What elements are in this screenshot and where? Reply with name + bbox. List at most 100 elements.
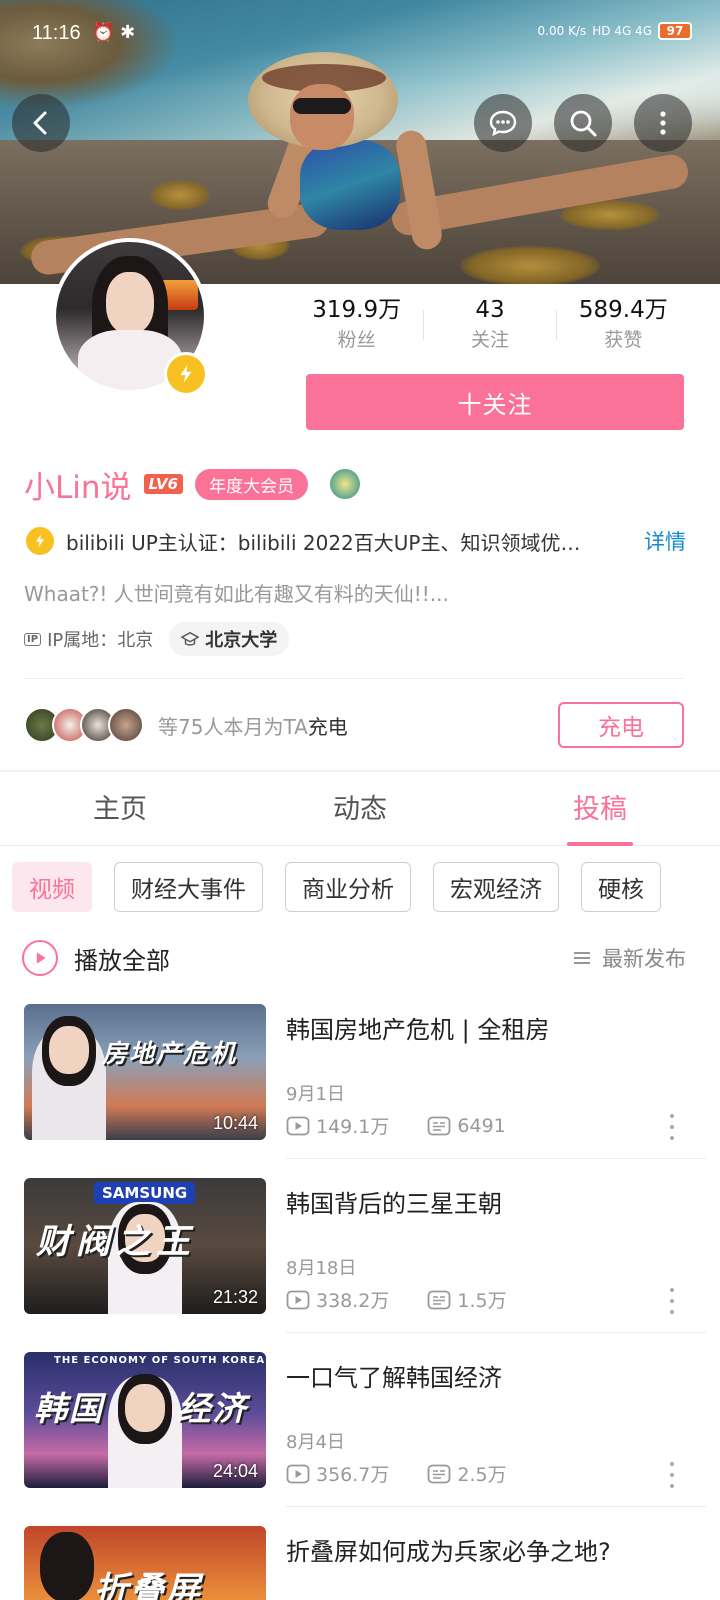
view-count-text: 356.7万 xyxy=(316,1464,390,1486)
info-row: IP IP属地：北京 北京大学 xyxy=(24,622,290,656)
ip-location: IP IP属地：北京 xyxy=(24,626,153,652)
play-all-button[interactable]: 播放全部 xyxy=(74,941,170,976)
video-date: 8月4日 xyxy=(286,1432,345,1453)
chip-hardcore[interactable]: 硬核 xyxy=(581,862,661,912)
message-button[interactable] xyxy=(474,94,532,152)
stat-following[interactable]: 43 关注 xyxy=(423,294,556,358)
sort-button[interactable]: 最新发布 xyxy=(572,943,686,973)
video-thumbnail[interactable]: THE ECONOMY OF SOUTH KOREA 韩国 经济 24:04 xyxy=(24,1352,266,1488)
chip-finance-events[interactable]: 财经大事件 xyxy=(114,862,263,912)
medal-icon[interactable] xyxy=(330,469,361,499)
thumbnail-title: 折叠屏 xyxy=(94,1570,202,1600)
stat-number: 43 xyxy=(475,297,505,323)
tab-dynamic[interactable]: 动态 xyxy=(240,772,480,845)
stat-label: 获赞 xyxy=(604,329,643,351)
play-count-icon xyxy=(286,1464,310,1483)
more-options-icon[interactable] xyxy=(668,1114,676,1140)
thumbnail-title: 财阀之王 xyxy=(36,1222,196,1262)
video-item[interactable]: 折叠屏 折叠屏如何成为兵家必争之地? xyxy=(24,1526,704,1600)
divider xyxy=(286,1332,706,1333)
video-date: 8月18日 xyxy=(286,1258,357,1279)
verification-row: bilibili UP主认证：bilibili 2022百大UP主、知识领域优…… xyxy=(26,524,686,558)
name-row: 小Lin说 LV6 年度大会员 xyxy=(24,462,361,506)
level-badge: LV6 xyxy=(143,474,184,494)
status-bar: 11:16 ⏰ ✱ 0.00 K/s HD 4G 4G 97 xyxy=(0,18,720,52)
follow-button[interactable]: 十关注 xyxy=(306,374,684,430)
school-name: 北京大学 xyxy=(205,630,278,651)
thumbnail-caption: THE ECONOMY OF SOUTH KOREA xyxy=(54,1355,266,1366)
video-meta: 149.1万 6491 xyxy=(286,1112,506,1139)
danmaku-count-text: 2.5万 xyxy=(457,1464,507,1486)
video-duration: 10:44 xyxy=(212,1113,258,1133)
danmaku-count: 6491 xyxy=(427,1115,506,1137)
play-count-icon xyxy=(286,1290,310,1309)
chip-business-analysis[interactable]: 商业分析 xyxy=(285,862,411,912)
back-button[interactable] xyxy=(12,94,70,152)
verification-text: bilibili UP主认证：bilibili 2022百大UP主、知识领域优… xyxy=(66,530,581,555)
charge-row: 等75人本月为TA充电 充电 xyxy=(24,700,684,750)
category-chips: 视频 财经大事件 商业分析 宏观经济 硬核 xyxy=(12,862,720,912)
more-options-icon[interactable] xyxy=(668,1462,676,1488)
video-item[interactable]: SAMSUNG 财阀之王 21:32 韩国背后的三星王朝 8月18日 338.2… xyxy=(24,1178,706,1333)
video-meta: 338.2万 1.5万 xyxy=(286,1286,507,1313)
status-time: 11:16 xyxy=(32,22,81,44)
video-thumbnail[interactable]: 房地产危机 10:44 xyxy=(24,1004,266,1140)
more-button[interactable] xyxy=(634,94,692,152)
profile-tabs: 主页 动态 投稿 xyxy=(0,772,720,846)
charger-avatars[interactable] xyxy=(24,707,144,743)
danmaku-icon xyxy=(428,1464,451,1483)
divider xyxy=(286,1158,706,1159)
sort-label: 最新发布 xyxy=(602,947,686,971)
verification-details-link[interactable]: 详情 xyxy=(644,526,686,556)
lightning-icon xyxy=(26,527,54,555)
back-arrow-icon xyxy=(33,111,47,135)
vip-badge[interactable]: 年度大会员 xyxy=(195,468,309,500)
ip-icon: IP xyxy=(24,632,42,646)
search-icon xyxy=(570,110,597,137)
thumbnail-badge: SAMSUNG xyxy=(94,1182,196,1204)
list-icon xyxy=(574,952,590,964)
thumbnail-title: 房地产危机 xyxy=(102,1039,238,1068)
more-vertical-icon xyxy=(660,111,666,135)
play-count-icon xyxy=(286,1116,310,1135)
charge-button[interactable]: 充电 xyxy=(558,702,684,748)
school-tag[interactable]: 北京大学 xyxy=(169,622,290,656)
tab-home[interactable]: 主页 xyxy=(0,772,240,845)
graduation-cap-icon xyxy=(181,631,200,646)
verified-badge-icon xyxy=(164,352,208,396)
alarm-bluetooth-icons: ⏰ ✱ xyxy=(92,22,136,43)
stat-number: 319.9万 xyxy=(312,297,402,323)
charge-text: 等75人本月为TA充电 xyxy=(158,711,348,740)
danmaku-count: 2.5万 xyxy=(427,1460,507,1487)
danmaku-icon xyxy=(428,1116,451,1135)
stat-fans[interactable]: 319.9万 粉丝 xyxy=(290,294,423,358)
message-bubble-icon xyxy=(489,110,517,137)
signature[interactable]: Whaat?! 人世间竟有如此有趣又有料的天仙!!... xyxy=(24,578,449,607)
tab-uploads[interactable]: 投稿 xyxy=(480,772,720,845)
view-count: 149.1万 xyxy=(286,1112,389,1139)
more-options-icon[interactable] xyxy=(668,1288,676,1314)
stat-likes[interactable]: 589.4万 获赞 xyxy=(557,294,690,358)
divider xyxy=(24,678,684,679)
view-count-text: 149.1万 xyxy=(316,1116,390,1138)
thumbnail-title: 韩国 经济 xyxy=(34,1389,248,1428)
play-circle-icon[interactable] xyxy=(22,940,58,976)
video-date: 9月1日 xyxy=(286,1084,345,1105)
chip-videos[interactable]: 视频 xyxy=(12,862,92,912)
video-thumbnail[interactable]: 折叠屏 xyxy=(24,1526,266,1600)
video-title: 韩国背后的三星王朝 xyxy=(286,1190,502,1218)
video-item[interactable]: THE ECONOMY OF SOUTH KOREA 韩国 经济 24:04 一… xyxy=(24,1352,706,1507)
stat-divider xyxy=(423,310,424,340)
chip-macro-economy[interactable]: 宏观经济 xyxy=(433,862,559,912)
status-right: 0.00 K/s HD 4G 4G 97 xyxy=(538,22,692,40)
net-speed: 0.00 K/s xyxy=(537,24,587,38)
charger-avatar xyxy=(108,707,144,743)
view-count: 338.2万 xyxy=(286,1286,389,1313)
video-thumbnail[interactable]: SAMSUNG 财阀之王 21:32 xyxy=(24,1178,266,1314)
charge-text-prefix: 等75人本月为TA xyxy=(158,714,308,739)
network-indicator: HD 4G 4G xyxy=(592,24,652,38)
search-button[interactable] xyxy=(554,94,612,152)
danmaku-count-text: 1.5万 xyxy=(457,1290,507,1312)
profile-page: 11:16 ⏰ ✱ 0.00 K/s HD 4G 4G 97 319.9万 粉丝… xyxy=(0,0,720,1600)
video-item[interactable]: 房地产危机 10:44 韩国房地产危机 | 全租房 9月1日 149.1万 64… xyxy=(24,1004,706,1159)
